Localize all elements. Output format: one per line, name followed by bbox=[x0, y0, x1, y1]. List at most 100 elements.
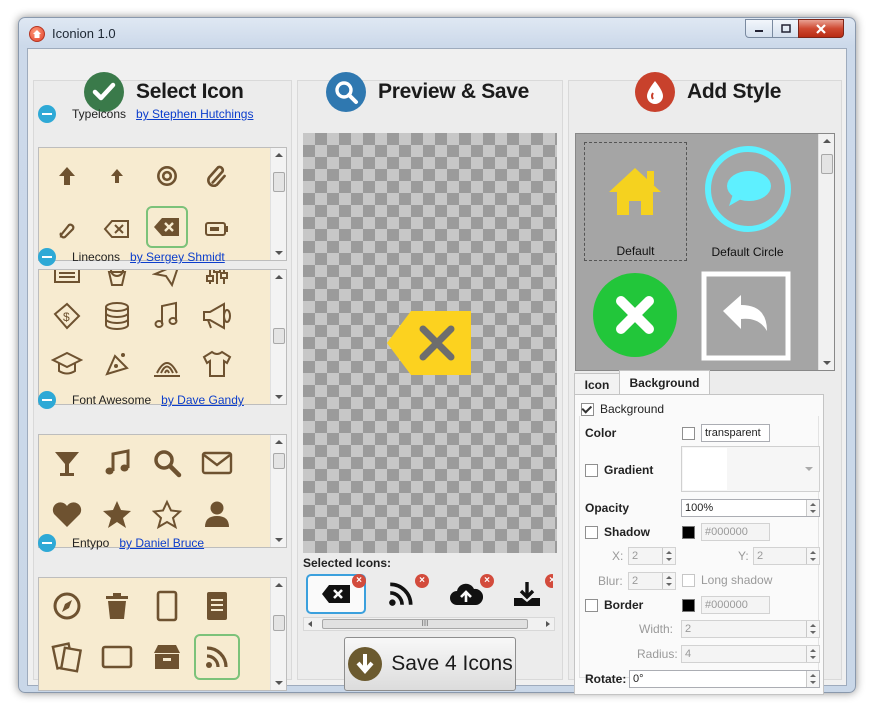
close-button[interactable] bbox=[798, 19, 844, 38]
tab-icon[interactable]: Icon bbox=[574, 373, 620, 395]
border-radius-label: Radius: bbox=[637, 647, 678, 661]
border-color-swatch[interactable] bbox=[682, 599, 695, 612]
collapse-fontawesome-button[interactable] bbox=[38, 391, 56, 409]
title-bar[interactable]: Iconion 1.0 bbox=[19, 18, 855, 48]
link-icon[interactable] bbox=[46, 208, 88, 250]
fire-icon[interactable] bbox=[146, 342, 188, 384]
news-icon[interactable] bbox=[46, 270, 88, 294]
paperclip-icon[interactable] bbox=[196, 155, 238, 197]
gradient-checkbox[interactable] bbox=[585, 463, 598, 477]
scroll-thumb-grip[interactable]: III bbox=[322, 619, 528, 629]
maximize-button[interactable] bbox=[772, 19, 799, 38]
color-swatch[interactable] bbox=[682, 427, 695, 440]
banknote-icon[interactable]: $ bbox=[46, 295, 88, 337]
gradient-select[interactable] bbox=[681, 446, 820, 492]
entypo-scrollbar[interactable] bbox=[270, 578, 286, 690]
database-icon[interactable] bbox=[96, 295, 138, 337]
delete-filled-icon[interactable] bbox=[146, 206, 188, 248]
background-checkbox[interactable] bbox=[581, 402, 594, 416]
glass-icon[interactable] bbox=[46, 442, 88, 484]
remove-selected-icon[interactable]: × bbox=[415, 574, 429, 588]
styles-scrollbar[interactable] bbox=[818, 134, 834, 370]
border-width-field[interactable]: 2 bbox=[681, 620, 820, 638]
at-sign-icon[interactable] bbox=[146, 155, 188, 197]
save-icons-button[interactable]: Save 4 Icons bbox=[344, 637, 516, 691]
cupcake-icon[interactable] bbox=[96, 270, 138, 294]
collapse-entypo-button[interactable] bbox=[38, 534, 56, 552]
rss-icon[interactable] bbox=[194, 634, 240, 680]
style-label: Default Circle bbox=[711, 245, 784, 259]
star-empty-icon[interactable] bbox=[146, 493, 188, 535]
blur-field[interactable]: 2 bbox=[628, 572, 676, 590]
border-color-field[interactable]: #000000 bbox=[701, 596, 770, 614]
remove-selected-icon[interactable]: × bbox=[545, 574, 553, 588]
delete-left-icon[interactable] bbox=[96, 208, 138, 250]
rotate-field[interactable]: 0° bbox=[629, 670, 820, 688]
author-link[interactable]: by Daniel Bruce bbox=[119, 536, 204, 550]
shadow-color-swatch[interactable] bbox=[682, 526, 695, 539]
tab-background[interactable]: Background bbox=[619, 370, 710, 395]
settings-icon[interactable] bbox=[196, 270, 238, 294]
color-field[interactable]: transparent bbox=[701, 424, 770, 442]
tablet-icon[interactable] bbox=[146, 585, 188, 627]
collapse-typeicons-button[interactable] bbox=[38, 105, 56, 123]
shadow-checkbox[interactable] bbox=[585, 525, 598, 539]
archive-icon[interactable] bbox=[146, 636, 188, 678]
main-window: Iconion 1.0 Select Icon Typeicons by Ste… bbox=[18, 17, 856, 695]
window-icon[interactable] bbox=[96, 636, 138, 678]
documents-icon[interactable] bbox=[46, 636, 88, 678]
megaphone-icon[interactable] bbox=[196, 295, 238, 337]
shadow-x-field[interactable]: 2 bbox=[628, 547, 676, 565]
linecons-scrollbar[interactable] bbox=[270, 270, 286, 404]
collapse-linecons-button[interactable] bbox=[38, 248, 56, 266]
arrow-up-thin-icon[interactable] bbox=[96, 155, 138, 197]
style-green-circle[interactable] bbox=[584, 266, 687, 370]
compass-icon[interactable] bbox=[46, 585, 88, 627]
selected-icons-scrollbar[interactable]: III bbox=[303, 617, 555, 631]
music-icon[interactable] bbox=[146, 295, 188, 337]
opacity-field[interactable]: 100% bbox=[681, 499, 820, 517]
author-link[interactable]: by Sergey Shmidt bbox=[130, 250, 225, 264]
iconset-name: Font Awesome bbox=[72, 393, 152, 407]
background-checkbox-row[interactable]: Background bbox=[581, 402, 664, 416]
long-shadow-checkbox[interactable] bbox=[682, 573, 695, 587]
graduation-cap-icon[interactable] bbox=[46, 342, 88, 384]
star-icon[interactable] bbox=[96, 493, 138, 535]
style-default-circle[interactable]: Default Circle bbox=[696, 142, 799, 261]
remove-selected-icon[interactable]: × bbox=[352, 574, 366, 588]
shadow-color-field[interactable]: #000000 bbox=[701, 523, 770, 541]
heart-icon[interactable] bbox=[46, 493, 88, 535]
selected-download-icon[interactable]: × bbox=[501, 574, 553, 614]
shadow-y-field[interactable]: 2 bbox=[753, 547, 820, 565]
selected-rss-icon[interactable]: × bbox=[371, 574, 431, 614]
long-shadow-row[interactable]: Long shadow bbox=[682, 573, 772, 587]
style-default[interactable]: Default bbox=[584, 142, 687, 261]
music-icon[interactable] bbox=[96, 442, 138, 484]
t-shirt-icon[interactable] bbox=[196, 342, 238, 384]
selected-cloud-upload-icon[interactable]: × bbox=[436, 574, 496, 614]
remove-selected-icon[interactable]: × bbox=[480, 574, 494, 588]
food-icon[interactable] bbox=[96, 342, 138, 384]
trash-icon[interactable] bbox=[96, 585, 138, 627]
blur-value: 2 bbox=[632, 575, 639, 587]
shadow-row[interactable]: Shadow bbox=[585, 525, 650, 539]
envelope-icon[interactable] bbox=[196, 442, 238, 484]
minimize-button[interactable] bbox=[745, 19, 773, 38]
border-checkbox[interactable] bbox=[585, 598, 598, 612]
iconset-header-linecons: Linecons by Sergey Shmidt bbox=[38, 248, 225, 266]
gradient-row[interactable]: Gradient bbox=[585, 463, 653, 477]
user-icon[interactable] bbox=[196, 493, 238, 535]
style-outline-square[interactable] bbox=[696, 266, 799, 370]
border-radius-field[interactable]: 4 bbox=[681, 645, 820, 663]
author-link[interactable]: by Stephen Hutchings bbox=[136, 107, 253, 121]
selected-delete-icon[interactable]: × bbox=[306, 574, 366, 614]
paperplane-icon[interactable] bbox=[146, 270, 188, 294]
doc-icon[interactable] bbox=[196, 585, 238, 627]
typeicons-scrollbar[interactable] bbox=[270, 148, 286, 260]
search-icon[interactable] bbox=[146, 442, 188, 484]
author-link[interactable]: by Dave Gandy bbox=[161, 393, 244, 407]
border-row[interactable]: Border bbox=[585, 598, 643, 612]
battery-icon[interactable] bbox=[196, 208, 238, 250]
fontawesome-scrollbar[interactable] bbox=[270, 435, 286, 547]
arrow-up-icon[interactable] bbox=[46, 155, 88, 197]
